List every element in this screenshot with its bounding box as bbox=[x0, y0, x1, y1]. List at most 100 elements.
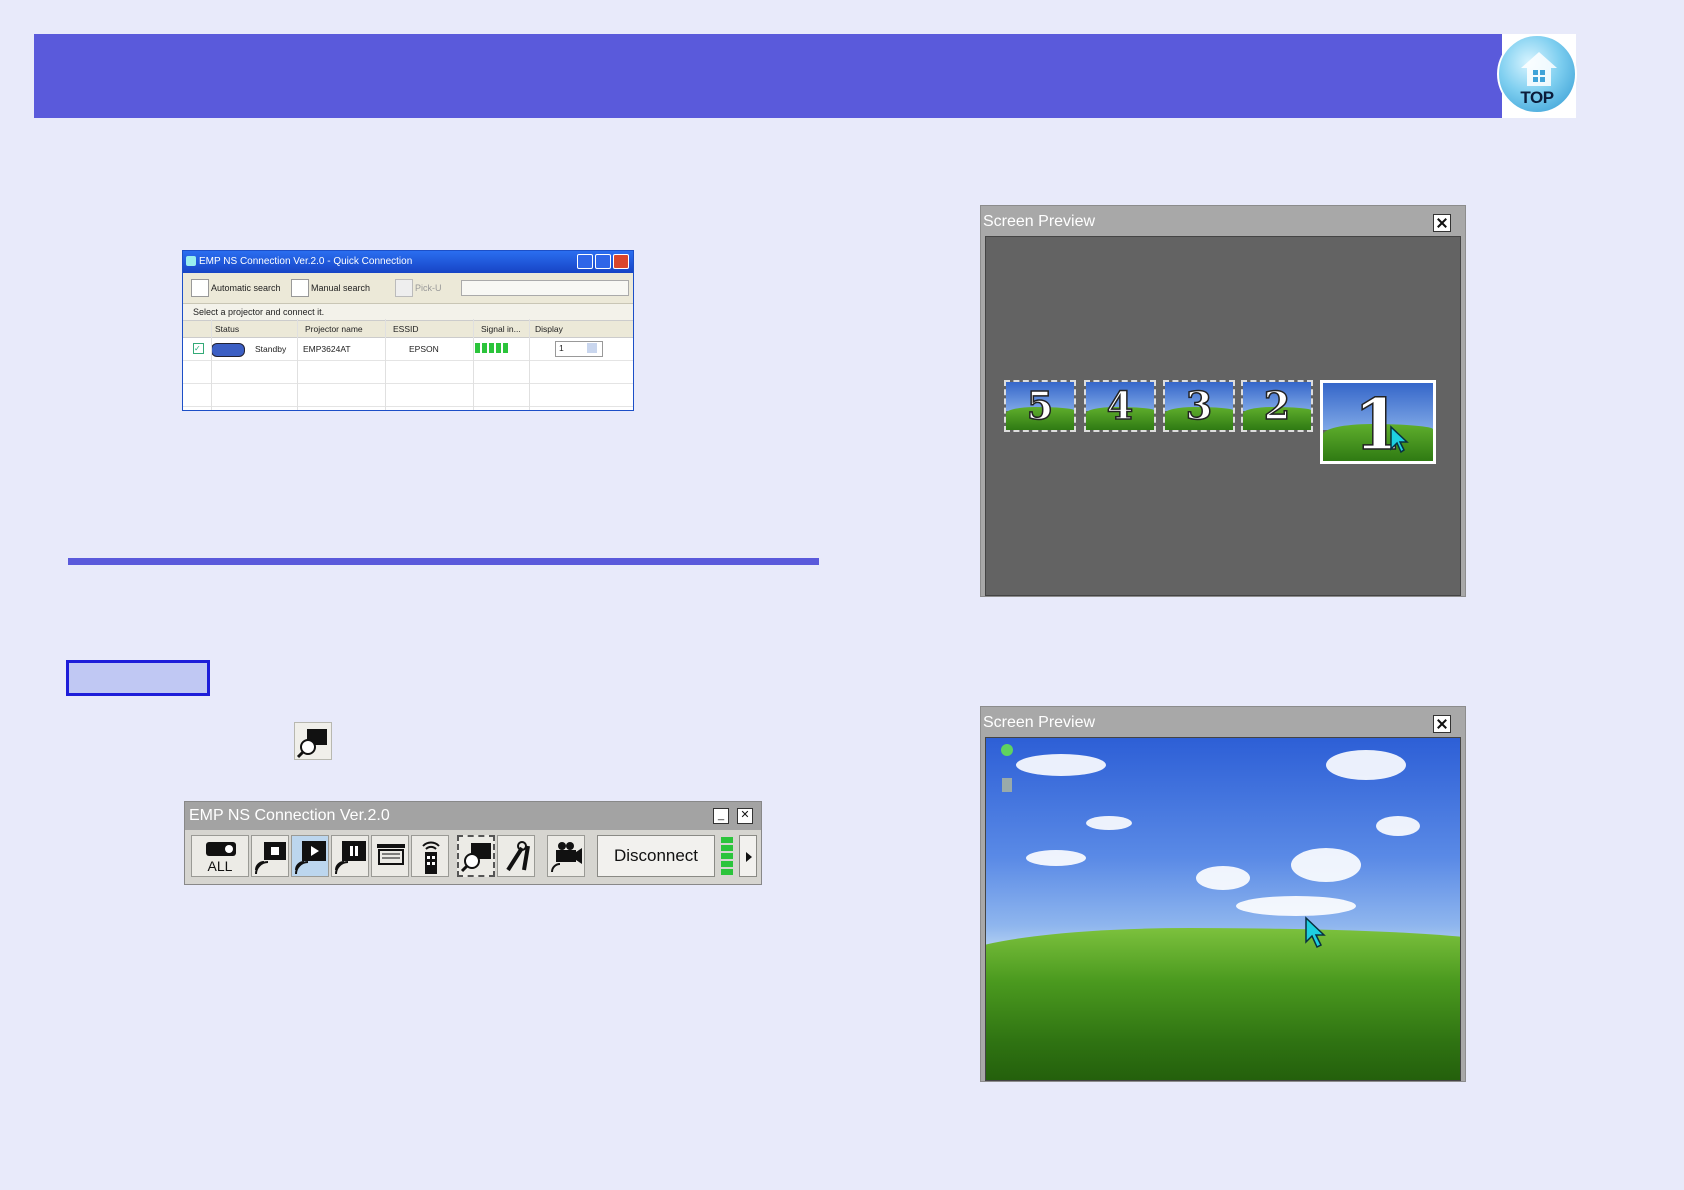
screen-preview-title: Screen Preview bbox=[983, 213, 1096, 230]
pick-up-icon[interactable] bbox=[395, 279, 413, 297]
close-icon[interactable] bbox=[1433, 715, 1451, 733]
display-layout-button[interactable] bbox=[371, 835, 409, 877]
projector-table-header: Status Projector name ESSID Signal in...… bbox=[183, 320, 633, 338]
row-checkbox[interactable]: ✓ bbox=[193, 343, 204, 354]
home-icon bbox=[1521, 52, 1557, 86]
app-icon bbox=[186, 256, 196, 266]
thumbnail-number: 4 bbox=[1106, 383, 1134, 429]
grid-line bbox=[297, 319, 298, 410]
close-icon[interactable]: ✕ bbox=[737, 808, 753, 824]
pick-up-button[interactable]: Pick-U bbox=[415, 283, 442, 293]
manual-search-icon[interactable] bbox=[291, 279, 309, 297]
signal-meter bbox=[475, 343, 509, 353]
remote-icon bbox=[422, 841, 440, 874]
pause-icon bbox=[335, 841, 366, 875]
cursor-icon bbox=[1390, 425, 1409, 454]
minimize-icon[interactable] bbox=[577, 254, 593, 269]
column-projector-name[interactable]: Projector name bbox=[305, 324, 363, 334]
automatic-search-icon[interactable] bbox=[191, 279, 209, 297]
grid-line bbox=[529, 319, 530, 410]
thumbnail-number: 1 bbox=[1353, 383, 1403, 464]
column-essid[interactable]: ESSID bbox=[393, 324, 419, 334]
preview-thumbnail[interactable]: 4 bbox=[1084, 380, 1156, 432]
table-row bbox=[183, 384, 633, 407]
quick-connection-window: EMP NS Connection Ver.2.0 - Quick Connec… bbox=[182, 250, 634, 411]
projector-icon bbox=[211, 343, 245, 357]
emp-toolbar-titlebar: EMP NS Connection Ver.2.0 _ ✕ bbox=[185, 802, 761, 830]
table-row[interactable]: ✓ Standby EMP3624AT EPSON 1 bbox=[183, 338, 633, 361]
recycle-bin-icon bbox=[1001, 744, 1013, 756]
emp-toolbar-buttons: ALL Disconnect bbox=[191, 835, 757, 879]
screen-preview-area: 5 4 3 2 1 bbox=[985, 236, 1461, 596]
maximize-icon[interactable] bbox=[595, 254, 611, 269]
section-divider bbox=[68, 558, 819, 565]
desktop-wallpaper bbox=[986, 738, 1460, 1080]
column-display[interactable]: Display bbox=[535, 324, 563, 334]
cloud bbox=[1236, 896, 1356, 916]
cloud bbox=[1376, 816, 1420, 836]
desktop-icon[interactable] bbox=[994, 742, 1020, 764]
magnifier-screen-icon bbox=[460, 843, 491, 873]
cloud bbox=[1326, 750, 1406, 780]
page-header bbox=[34, 34, 1576, 118]
play-icon bbox=[295, 841, 326, 875]
thumbnail-number: 2 bbox=[1263, 383, 1291, 429]
settings-button[interactable] bbox=[497, 835, 535, 877]
thumbnail-number: 5 bbox=[1026, 383, 1054, 429]
top-button-label: TOP bbox=[1520, 88, 1554, 107]
grid-line bbox=[211, 319, 212, 410]
row-projector-name: EMP3624AT bbox=[303, 344, 351, 354]
stop-icon bbox=[255, 842, 286, 875]
tools-icon bbox=[506, 841, 530, 872]
close-icon[interactable] bbox=[1433, 214, 1451, 232]
application-icon bbox=[1002, 778, 1012, 792]
emp-toolbar-window: EMP NS Connection Ver.2.0 _ ✕ ALL Discon… bbox=[184, 801, 762, 885]
desktop-preview bbox=[985, 737, 1461, 1081]
display-select-value: 1 bbox=[559, 343, 564, 353]
chevron-down-icon[interactable] bbox=[587, 343, 597, 353]
disconnect-button[interactable]: Disconnect bbox=[597, 835, 715, 877]
screen-preview-title: Screen Preview bbox=[983, 714, 1096, 731]
column-status[interactable]: Status bbox=[215, 324, 239, 334]
automatic-search-button[interactable]: Automatic search bbox=[211, 283, 281, 293]
pick-up-field[interactable] bbox=[461, 280, 629, 296]
screen-preview-button-icon bbox=[294, 722, 332, 760]
close-icon[interactable] bbox=[613, 254, 629, 269]
screen-preview-window-thumbnails: Screen Preview 5 4 3 2 1 bbox=[980, 205, 1466, 597]
pause-button[interactable] bbox=[331, 835, 369, 877]
stop-button[interactable] bbox=[251, 835, 289, 877]
preview-thumbnail[interactable]: 3 bbox=[1163, 380, 1235, 432]
select-all-projectors-button[interactable]: ALL bbox=[191, 835, 249, 877]
expand-arrow-button[interactable] bbox=[739, 835, 757, 877]
manual-search-button[interactable]: Manual search bbox=[311, 283, 370, 293]
thumbnail-number: 3 bbox=[1185, 383, 1213, 429]
screen-preview-window-full: Screen Preview bbox=[980, 706, 1466, 1082]
signal-level-meter bbox=[721, 837, 733, 875]
cloud bbox=[1086, 816, 1132, 830]
column-signal[interactable]: Signal in... bbox=[481, 324, 521, 334]
all-label: ALL bbox=[207, 858, 233, 874]
remote-control-button[interactable] bbox=[411, 835, 449, 877]
magnifier-screen-icon bbox=[296, 729, 327, 759]
preview-thumbnail[interactable]: 2 bbox=[1241, 380, 1313, 432]
play-button[interactable] bbox=[291, 835, 329, 877]
quick-connection-toolbar: Automatic search Manual search Pick-U bbox=[183, 273, 633, 304]
grid-line bbox=[385, 319, 386, 410]
top-button[interactable]: TOP bbox=[1497, 34, 1577, 114]
quick-connection-title: EMP NS Connection Ver.2.0 - Quick Connec… bbox=[199, 256, 413, 267]
desktop-hill bbox=[986, 928, 1460, 1080]
quick-connection-hint: Select a projector and connect it. bbox=[183, 304, 633, 320]
row-status: Standby bbox=[255, 344, 287, 354]
minimize-icon[interactable]: _ bbox=[713, 808, 729, 824]
cloud bbox=[1016, 754, 1106, 776]
table-row bbox=[183, 361, 633, 384]
row-essid: EPSON bbox=[409, 344, 439, 354]
screen-preview-button[interactable] bbox=[457, 835, 495, 877]
preview-thumbnail-selected[interactable]: 1 bbox=[1320, 380, 1436, 464]
movie-sending-button[interactable] bbox=[547, 835, 585, 877]
desktop-icon[interactable] bbox=[994, 776, 1020, 798]
cloud bbox=[1196, 866, 1250, 890]
cloud bbox=[1026, 850, 1086, 866]
preview-thumbnail[interactable]: 5 bbox=[1004, 380, 1076, 432]
grid-line bbox=[473, 319, 474, 410]
